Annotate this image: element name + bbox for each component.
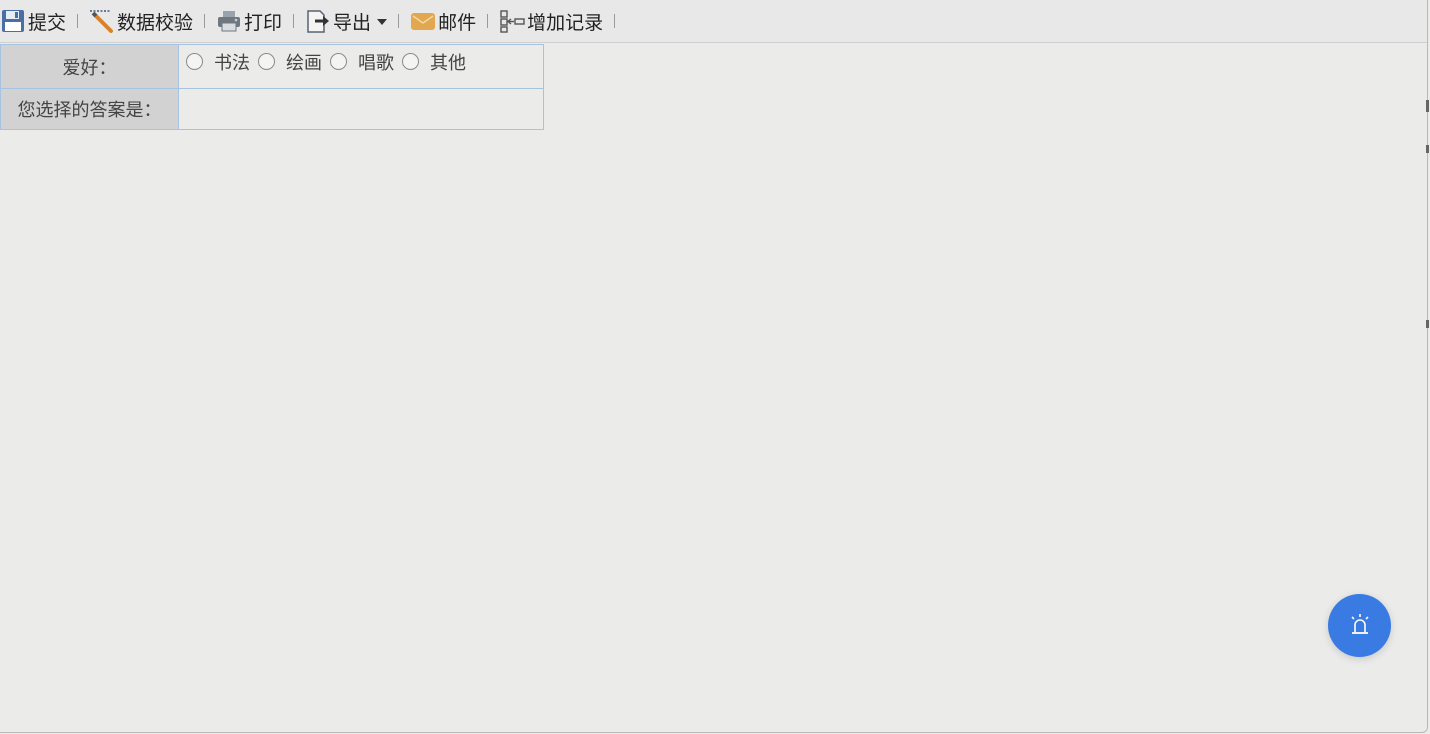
toolbar-separator bbox=[204, 14, 206, 28]
radio-option-other[interactable]: 其他 bbox=[402, 49, 466, 75]
alarm-button[interactable] bbox=[1328, 594, 1391, 657]
chevron-down-icon[interactable] bbox=[377, 19, 388, 25]
radio-button[interactable] bbox=[330, 53, 347, 70]
print-label: 打印 bbox=[244, 11, 283, 34]
submit-label: 提交 bbox=[28, 11, 67, 34]
validate-button[interactable]: 数据校验 bbox=[89, 6, 193, 36]
radio-button[interactable] bbox=[186, 53, 203, 70]
radio-option-painting[interactable]: 绘画 bbox=[258, 49, 322, 75]
mail-icon bbox=[410, 8, 436, 34]
toolbar-separator bbox=[293, 14, 295, 28]
alarm-icon bbox=[1347, 611, 1373, 641]
radio-button[interactable] bbox=[402, 53, 419, 70]
answer-row: 您选择的答案是： bbox=[0, 88, 544, 130]
toolbar-separator bbox=[614, 14, 616, 28]
mail-label: 邮件 bbox=[438, 11, 477, 34]
validate-label: 数据校验 bbox=[117, 11, 194, 34]
add-record-icon bbox=[499, 8, 525, 34]
hobby-row: 爱好： 书法 绘画 唱歌 其他 bbox=[0, 44, 544, 89]
submit-button[interactable]: 提交 bbox=[0, 6, 66, 36]
toolbar-separator bbox=[487, 14, 489, 28]
radio-option-calligraphy[interactable]: 书法 bbox=[186, 49, 250, 75]
toolbar: 提交 数据校验 打印 导出 邮件 增加记录 bbox=[0, 0, 1427, 43]
printer-icon bbox=[216, 8, 242, 34]
scroll-edge bbox=[1426, 100, 1430, 340]
radio-label: 唱歌 bbox=[358, 52, 394, 74]
form-table: 爱好： 书法 绘画 唱歌 其他 您选择的答案是： bbox=[0, 44, 544, 130]
export-icon bbox=[305, 8, 331, 34]
mail-button[interactable]: 邮件 bbox=[410, 6, 476, 36]
save-icon bbox=[0, 8, 26, 34]
radio-label: 书法 bbox=[214, 52, 250, 74]
toolbar-separator bbox=[398, 14, 400, 28]
window-frame: 提交 数据校验 打印 导出 邮件 增加记录 爱好： 书法 绘画 唱歌 其他 您选… bbox=[0, 0, 1430, 733]
export-label: 导出 bbox=[333, 11, 372, 34]
hobby-radio-group: 书法 绘画 唱歌 其他 bbox=[179, 48, 543, 76]
print-button[interactable]: 打印 bbox=[216, 6, 282, 36]
radio-option-singing[interactable]: 唱歌 bbox=[330, 49, 394, 75]
add-record-label: 增加记录 bbox=[527, 11, 604, 34]
hobby-options-cell: 书法 绘画 唱歌 其他 bbox=[178, 44, 544, 89]
add-record-button[interactable]: 增加记录 bbox=[499, 6, 603, 36]
hobby-label: 爱好： bbox=[0, 44, 179, 89]
radio-label: 绘画 bbox=[286, 52, 322, 74]
answer-label: 您选择的答案是： bbox=[0, 88, 179, 130]
export-button[interactable]: 导出 bbox=[305, 6, 388, 36]
radio-label: 其他 bbox=[430, 52, 466, 74]
radio-button[interactable] bbox=[258, 53, 275, 70]
toolbar-separator bbox=[77, 14, 79, 28]
answer-value bbox=[178, 88, 544, 130]
validate-icon bbox=[89, 8, 115, 34]
